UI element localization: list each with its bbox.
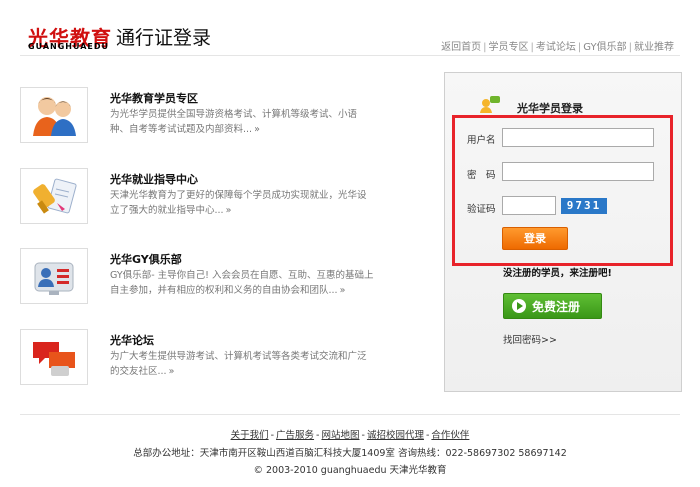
play-icon: [512, 299, 526, 313]
top-nav: 返回首页 | 学员专区 | 考试论坛 | GY俱乐部 | 就业推荐: [441, 42, 674, 53]
footer-address: 总部办公地址：天津市南开区鞍山西道百脑汇科技大厦1409室 咨询热线：022-5…: [133, 448, 567, 459]
nav-jobs-link[interactable]: 就业推荐: [634, 42, 674, 53]
logo-english: GUANGHUAEDU: [28, 42, 110, 51]
feature-desc: 为光华学员提供全国导游资格考试、计算机等级考试、小语种、自考等考试试题及内部资料…: [110, 109, 358, 135]
employment-icon[interactable]: [20, 168, 88, 224]
nav-student-zone-link[interactable]: 学员专区: [489, 42, 529, 53]
username-label: 用户名: [467, 135, 496, 146]
captcha-input[interactable]: [502, 196, 556, 215]
user-chat-icon: [480, 96, 500, 113]
register-button-label: 免费注册: [532, 300, 581, 314]
captcha-label: 验证码: [467, 204, 496, 215]
register-button[interactable]: 免费注册: [503, 293, 602, 319]
password-label: 密 码: [467, 170, 496, 181]
more-link[interactable]: »: [226, 205, 232, 216]
more-link[interactable]: »: [254, 124, 260, 135]
feature-gy-club: 光华GY俱乐部 GY俱乐部- 主导你自己! 入会会员在自愿、互助、互惠的基础上自…: [20, 248, 420, 310]
footer-campus-agent-link[interactable]: 诚招校园代理: [367, 430, 424, 441]
footer-about-link[interactable]: 关于我们: [231, 430, 269, 441]
password-input[interactable]: [502, 162, 654, 181]
captcha-image[interactable]: 9731: [561, 198, 607, 214]
page-title: 通行证登录: [116, 27, 212, 49]
nav-home-link[interactable]: 返回首页: [441, 42, 481, 53]
feature-title[interactable]: 光华GY俱乐部: [110, 251, 182, 267]
header-divider: [20, 55, 680, 56]
feature-desc: 为广大考生提供导游考试、计算机考试等各类考试交流和广泛的交友社区...»: [110, 351, 367, 377]
students-icon[interactable]: [20, 87, 88, 143]
feature-desc: GY俱乐部- 主导你自己! 入会会员在自愿、互助、互惠的基础上自主参加，并有相应…: [110, 270, 374, 296]
forgot-password-link[interactable]: 找回密码>>: [503, 332, 557, 346]
footer-copyright: © 2003-2010 guanghuaedu 天津光华教育: [253, 465, 447, 476]
forum-icon[interactable]: [20, 329, 88, 385]
feature-desc: 天津光华教育为了更好的保障每个学员成功实现就业，光华设立了强大的就业指导中心..…: [110, 190, 367, 216]
club-icon[interactable]: [20, 248, 88, 304]
username-input[interactable]: [502, 128, 654, 147]
feature-student-zone: 光华教育学员专区 为光华学员提供全国导游资格考试、计算机等级考试、小语种、自考等…: [20, 87, 420, 149]
more-link[interactable]: »: [340, 285, 346, 296]
feature-title[interactable]: 光华教育学员专区: [110, 90, 198, 106]
feature-forum: 光华论坛 为广大考生提供导游考试、计算机考试等各类考试交流和广泛的交友社区...…: [20, 329, 420, 391]
feature-title[interactable]: 光华就业指导中心: [110, 171, 198, 187]
footer-partners-link[interactable]: 合作伙伴: [431, 430, 469, 441]
nav-gy-club-link[interactable]: GY俱乐部: [583, 42, 626, 53]
register-note: 没注册的学员，来注册吧!: [503, 268, 612, 279]
feature-employment: 光华就业指导中心 天津光华教育为了更好的保障每个学员成功实现就业，光华设立了强大…: [20, 168, 420, 230]
nav-forum-link[interactable]: 考试论坛: [536, 42, 576, 53]
feature-title[interactable]: 光华论坛: [110, 332, 154, 348]
footer-sitemap-link[interactable]: 网站地图: [321, 430, 359, 441]
footer-divider: [20, 414, 680, 415]
footer-links: 关于我们 - 广告服务 - 网站地图 - 诚招校园代理 - 合作伙伴: [230, 430, 470, 441]
login-title: 光华学员登录: [517, 102, 583, 115]
login-button[interactable]: 登录: [502, 227, 568, 250]
footer-ads-link[interactable]: 广告服务: [276, 430, 314, 441]
more-link[interactable]: »: [169, 366, 175, 377]
